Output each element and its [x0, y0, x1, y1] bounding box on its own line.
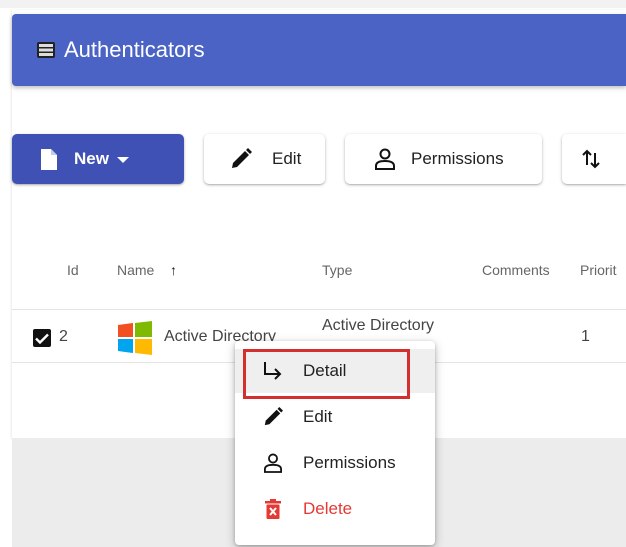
menu-item-detail[interactable]: Detail — [235, 349, 435, 393]
pencil-icon — [261, 405, 285, 429]
new-button[interactable]: New — [12, 134, 184, 184]
edit-button-label: Edit — [272, 149, 302, 168]
permissions-button-label: Permissions — [411, 149, 504, 168]
person-icon — [261, 451, 285, 475]
edit-button[interactable]: Edit — [204, 134, 325, 184]
column-header-id[interactable]: Id — [67, 262, 79, 278]
pencil-icon — [230, 148, 252, 170]
sort-arrow-up-icon: ↑ — [170, 262, 177, 278]
page-header: Authenticators — [12, 14, 626, 86]
column-header-name[interactable]: Name — [117, 262, 154, 278]
header-divider — [12, 309, 626, 310]
column-header-type[interactable]: Type — [322, 262, 352, 278]
menu-item-permissions-label: Permissions — [303, 453, 396, 472]
page-top-edge — [0, 0, 626, 8]
menu-item-delete[interactable]: Delete — [235, 487, 435, 531]
new-button-label: New — [74, 149, 109, 168]
server-icon — [36, 40, 56, 60]
windows-logo-icon — [118, 321, 152, 360]
row-type: Active Directory — [322, 317, 435, 334]
row-checkbox[interactable] — [33, 329, 51, 347]
person-icon — [375, 148, 395, 170]
trash-icon — [261, 497, 285, 521]
detail-arrow-icon — [261, 359, 285, 383]
menu-item-delete-label: Delete — [303, 499, 353, 518]
menu-item-edit[interactable]: Edit — [235, 395, 435, 439]
column-header-priority[interactable]: Priorit — [580, 262, 617, 278]
file-icon — [40, 148, 57, 170]
menu-item-edit-label: Edit — [303, 407, 333, 426]
menu-item-permissions[interactable]: Permissions — [235, 441, 435, 485]
column-header-comments[interactable]: Comments — [482, 262, 550, 278]
page-title: Authenticators — [64, 37, 205, 62]
menu-item-detail-label: Detail — [303, 361, 347, 380]
permissions-button[interactable]: Permissions — [345, 134, 542, 184]
sort-button[interactable] — [562, 134, 626, 184]
row-priority: 1 — [581, 328, 590, 345]
context-menu: Detail Edit Permissions Delete — [235, 341, 435, 545]
caret-down-icon — [116, 149, 129, 169]
row-id: 2 — [59, 328, 68, 345]
sort-icon — [582, 149, 600, 169]
